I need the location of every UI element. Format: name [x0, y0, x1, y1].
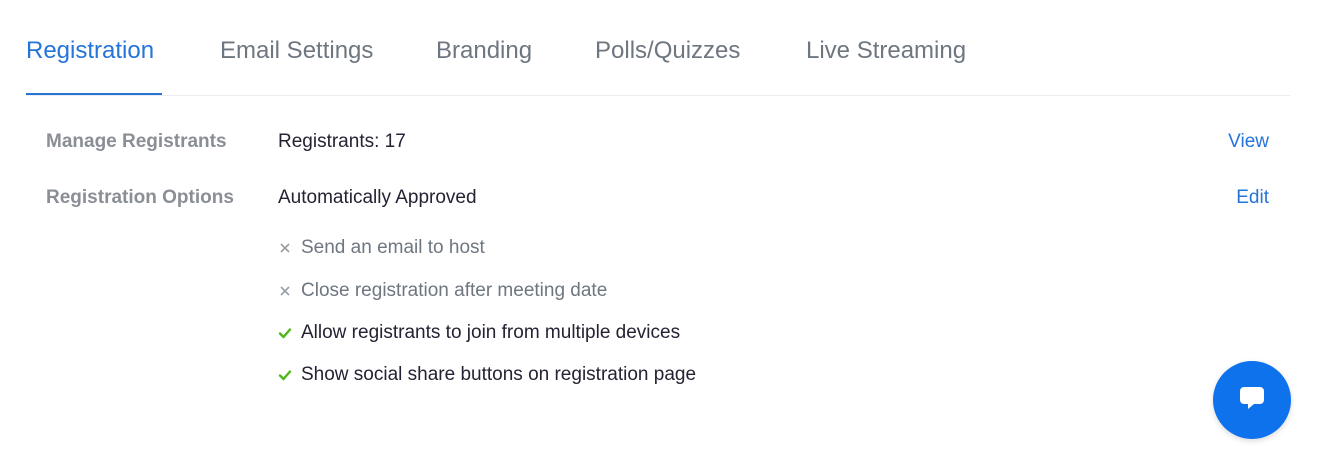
option-multiple-devices: Allow registrants to join from multiple … — [278, 321, 680, 345]
registration-options-label: Registration Options — [46, 187, 234, 208]
option-send-email-to-host: Send an email to host — [278, 236, 485, 260]
check-icon — [278, 326, 292, 340]
registrants-count: Registrants: 17 — [278, 131, 406, 152]
chat-button[interactable] — [1213, 361, 1291, 439]
approval-mode-value: Automatically Approved — [278, 187, 477, 208]
settings-tabs: Registration Email Settings Branding Pol… — [26, 0, 1290, 96]
tab-registration[interactable]: Registration — [26, 36, 154, 66]
registration-settings-page: Registration Email Settings Branding Pol… — [0, 0, 1319, 449]
chat-bubble-icon — [1237, 384, 1267, 417]
active-tab-indicator — [26, 93, 162, 95]
check-icon — [278, 368, 292, 382]
view-registrants-link[interactable]: View — [1228, 131, 1269, 153]
edit-registration-options-link[interactable]: Edit — [1236, 187, 1269, 209]
option-label: Send an email to host — [301, 237, 485, 258]
option-label: Allow registrants to join from multiple … — [301, 322, 681, 343]
x-icon — [278, 284, 292, 298]
tab-branding[interactable]: Branding — [436, 36, 532, 66]
tab-email-settings[interactable]: Email Settings — [220, 36, 373, 66]
option-label: Show social share buttons on registratio… — [301, 364, 697, 385]
option-label: Close registration after meeting date — [301, 280, 608, 301]
manage-registrants-label: Manage Registrants — [46, 131, 227, 152]
x-icon — [278, 241, 292, 255]
tab-polls-quizzes[interactable]: Polls/Quizzes — [595, 36, 740, 66]
option-close-registration: Close registration after meeting date — [278, 279, 607, 303]
tab-live-streaming[interactable]: Live Streaming — [806, 36, 966, 66]
option-social-share: Show social share buttons on registratio… — [278, 363, 696, 387]
